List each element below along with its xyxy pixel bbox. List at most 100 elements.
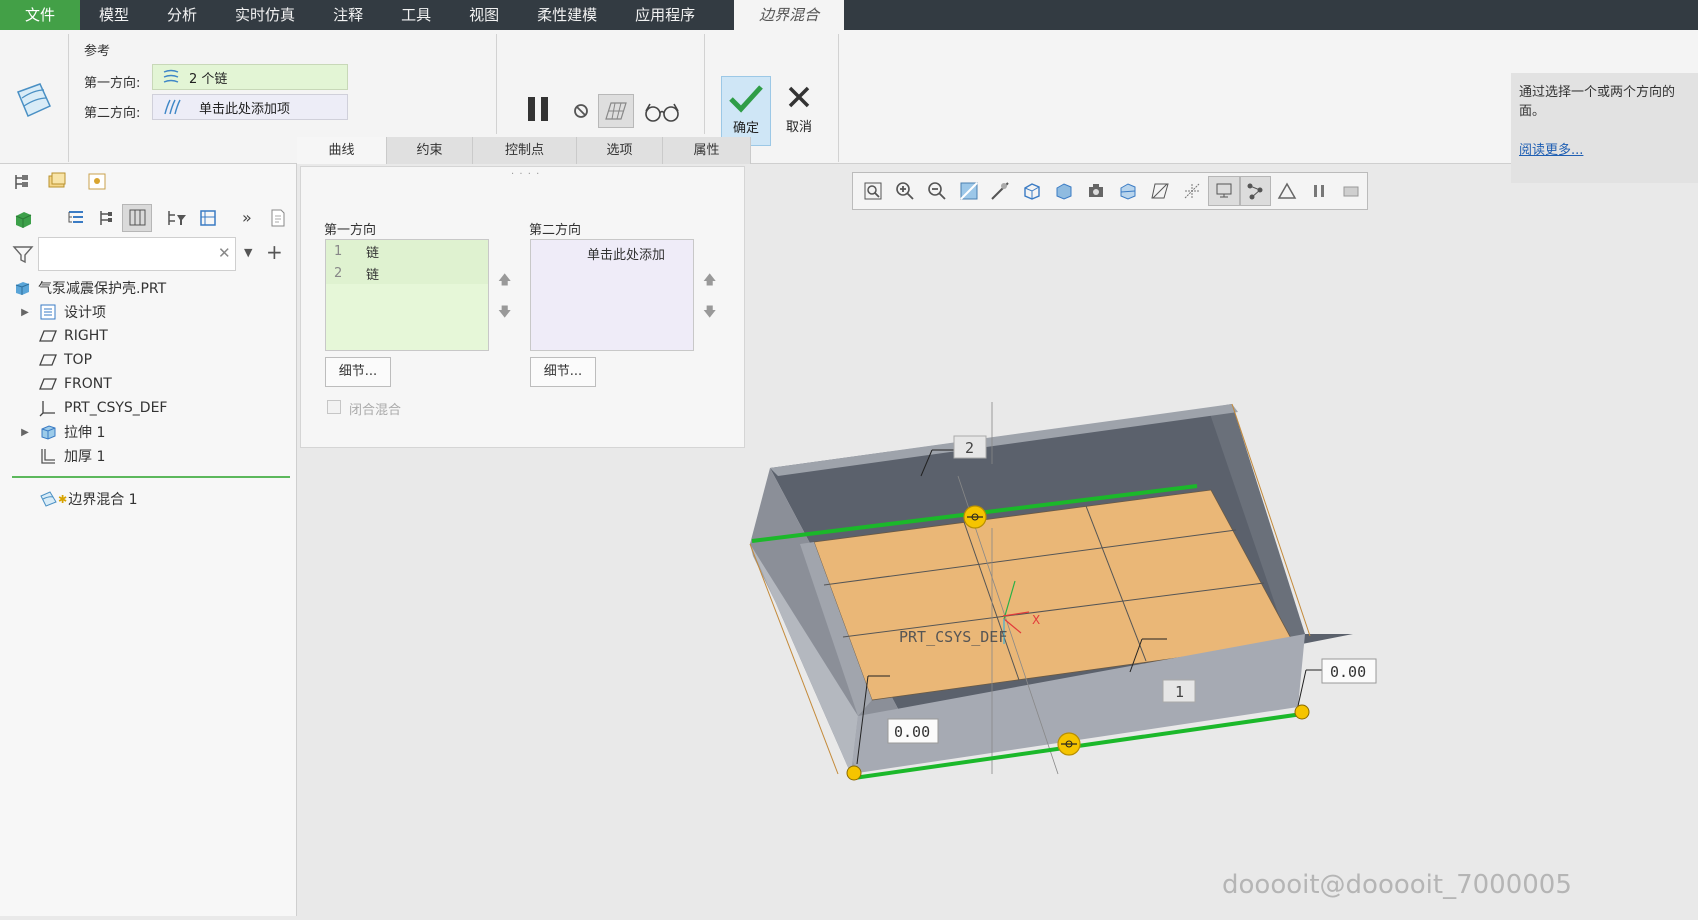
point-display-button[interactable] [1207,176,1240,206]
chain-tag-2[interactable]: 2 [965,439,974,457]
add-filter-icon[interactable]: + [266,240,283,264]
move-up-icon[interactable]: 🡅 [498,271,511,293]
section-button[interactable] [1112,176,1144,206]
chain-tag-1[interactable]: 1 [1175,683,1184,701]
display-style-button[interactable] [1048,176,1080,206]
no-preview-button[interactable] [570,100,592,122]
dir1-collector[interactable]: 2 个链 [152,64,348,90]
tab-control-points[interactable]: 控制点 [473,137,577,164]
menu-tab-annotate[interactable]: 注释 [314,0,382,30]
pause-icon [528,97,548,121]
tree-item-thicken[interactable]: 加厚 1 [0,445,105,467]
tree-settings-icon[interactable] [198,208,220,228]
reference-group-label: 参考 [84,44,111,59]
endpoint-handle-right [1294,704,1310,720]
perspective-button[interactable] [985,176,1017,206]
tree-root-label: 气泵减震保护壳.PRT [38,281,167,297]
cube-icon[interactable] [12,208,34,230]
list-tree-icon[interactable] [66,208,86,228]
repaint-button[interactable] [953,176,985,206]
geometry-preview-button[interactable] [598,94,634,128]
panel-grip-icon[interactable]: · · · · [511,169,540,180]
tree-item-design-items[interactable]: ▶ 设计项 [0,301,106,323]
expand-arrow-icon[interactable]: ▶ [18,307,32,318]
dir1-title: 第一方向 [324,223,377,238]
view-manager-button[interactable] [1080,176,1112,206]
menu-tab-flexible-modeling[interactable]: 柔性建模 [518,0,616,30]
move-down-icon[interactable]: 🡇 [498,303,511,325]
show-tree-icon[interactable] [96,208,114,228]
menu-tab-boundary-blend[interactable]: 边界混合 [734,0,845,30]
move-up-icon[interactable]: 🡅 [703,271,716,293]
tree-item-top[interactable]: TOP [0,349,92,371]
csys-display-button[interactable] [1239,176,1272,206]
folder-browser-icon[interactable] [46,170,68,192]
insert-indicator [12,476,290,478]
tree-item-extrude[interactable]: ▶ 拉伸 1 [0,421,105,443]
refit-button[interactable] [857,176,889,206]
tree-item-csys[interactable]: PRT_CSYS_DEF [0,397,167,419]
shading-icon [1056,183,1072,200]
tree-item-boundary-blend[interactable]: ✱ 边界混合 1 [0,488,138,510]
dir1-chain-list[interactable]: 1 链 2 链 [325,239,489,351]
dir1-label: 第一方向: [84,76,141,91]
tab-constraints[interactable]: 约束 [387,137,473,164]
tree-search-input[interactable] [38,237,236,271]
menu-tab-view[interactable]: 视图 [450,0,518,30]
chain-icon [163,69,179,83]
closed-blend-checkbox[interactable] [327,400,341,414]
menu-tab-analysis[interactable]: 分析 [148,0,216,30]
dir2-chain-list[interactable]: 单击此处添加 [530,239,694,351]
favorites-icon[interactable] [86,170,108,192]
menu-tab-simulation[interactable]: 实时仿真 [216,0,314,30]
dir2-collector[interactable]: 单击此处添加项 [152,94,348,120]
model-tree-icon[interactable] [12,172,32,192]
read-more-link[interactable]: 阅读更多... [1519,141,1690,160]
dropdown-arrow-icon[interactable]: ▼ [244,246,252,259]
tab-options[interactable]: 选项 [577,137,663,164]
dir2-placeholder: 单击此处添加项 [199,101,291,117]
watermark: dooooit@dooooit_7000005 [1222,870,1572,900]
dir2-details-button[interactable]: 细节... [530,357,596,387]
tree-root[interactable]: 气泵减震保护壳.PRT [0,277,166,299]
move-down-icon[interactable]: 🡇 [703,303,716,325]
zoom-in-button[interactable] [889,176,921,206]
menu-file[interactable]: 文件 [0,0,81,30]
ok-button[interactable]: 确定 [721,76,771,146]
document-icon[interactable] [268,208,288,228]
dim-value-left[interactable]: 0.00 [894,723,930,741]
tab-curves[interactable]: 曲线 [297,137,387,164]
datum-planes-button[interactable] [1144,176,1176,206]
pause-regen-button[interactable] [1303,176,1335,206]
dir1-details-button[interactable]: 细节... [325,357,391,387]
csys-icon [38,399,58,417]
verify-preview-button[interactable] [642,98,682,126]
tree-item-right[interactable]: RIGHT [0,325,108,347]
tree-item-front[interactable]: FRONT [0,373,112,395]
cancel-button[interactable]: 取消 [776,76,822,146]
zoom-out-button[interactable] [921,176,953,206]
part-icon [12,279,32,297]
new-feature-star-icon: ✱ [58,492,68,506]
dir1-value: 2 个链 [189,71,228,87]
more-tools-icon[interactable]: » [242,208,252,227]
clear-search-icon[interactable]: ✕ [218,244,231,262]
hide-button[interactable] [1335,176,1367,206]
list-item[interactable]: 2 链 [326,262,488,284]
menu-tab-model[interactable]: 模型 [80,0,148,30]
list-item[interactable]: 1 链 [326,240,488,262]
tab-properties[interactable]: 属性 [663,137,751,164]
menu-tab-applications[interactable]: 应用程序 [616,0,714,30]
datum-axes-button[interactable] [1176,176,1208,206]
tree-filter-icon[interactable] [166,208,188,228]
expand-arrow-icon[interactable]: ▶ [18,427,32,438]
dim-value-right[interactable]: 0.00 [1330,663,1366,681]
tree-columns-button[interactable] [122,204,152,232]
pause-button[interactable] [520,92,556,126]
tree-item-label: FRONT [64,376,112,392]
menu-tab-tools[interactable]: 工具 [382,0,450,30]
close-icon [788,86,810,108]
annotation-display-button[interactable] [1271,176,1303,206]
saved-views-button[interactable] [1016,176,1048,206]
filter-funnel-icon[interactable] [12,244,34,264]
